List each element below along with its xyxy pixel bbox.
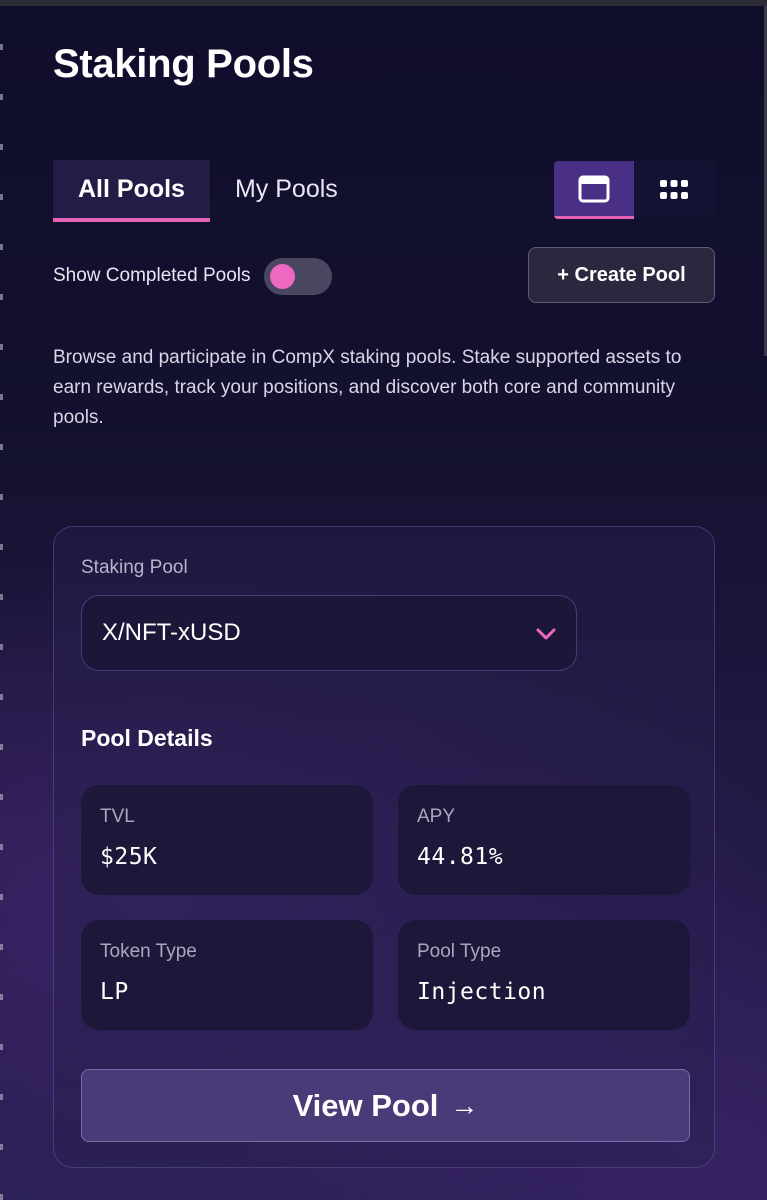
stat-tvl: TVL $25K <box>81 785 373 895</box>
selected-pool: X/NFT-xUSD <box>102 619 241 646</box>
switch-knob <box>269 263 295 289</box>
stat-value: LP <box>100 979 129 1005</box>
pool-tabs: All Pools My Pools <box>53 160 363 222</box>
stat-label: Pool Type <box>417 941 502 962</box>
arrow-right-icon: → <box>450 1089 479 1121</box>
chevron-down-icon <box>536 628 556 640</box>
stat-apy: APY 44.81% <box>398 785 690 895</box>
tab-all-pools[interactable]: All Pools <box>53 160 210 222</box>
window-top-border <box>0 0 767 6</box>
card-view-icon <box>578 175 610 202</box>
show-completed-label: Show Completed Pools <box>53 265 251 286</box>
app-frame: Staking Pools All Pools My Pools Show Co… <box>0 0 767 1200</box>
pool-card: Staking Pool X/NFT-xUSD Pool Details TVL… <box>53 526 715 1168</box>
page-description: Browse and participate in CompX staking … <box>53 347 682 428</box>
page-title: Staking Pools <box>53 42 314 86</box>
create-pool-button[interactable]: + Create Pool <box>528 247 715 303</box>
stat-label: Token Type <box>100 941 197 962</box>
staking-pool-select[interactable]: X/NFT-xUSD <box>81 595 577 671</box>
stat-label: TVL <box>100 806 135 827</box>
view-pool-button[interactable]: View Pool → <box>81 1069 690 1142</box>
stat-token-type: Token Type LP <box>81 920 373 1030</box>
show-completed-switch[interactable] <box>263 257 332 295</box>
show-completed-row: Show Completed Pools <box>53 257 332 295</box>
stat-value: 44.81% <box>417 844 504 870</box>
stat-pool-type: Pool Type Injection <box>398 920 690 1030</box>
tab-my-pools[interactable]: My Pools <box>210 160 363 222</box>
stat-value: $25K <box>100 844 158 870</box>
view-pool-label: View Pool <box>292 1087 439 1123</box>
staking-pool-label: Staking Pool <box>81 557 188 578</box>
grid-view-icon <box>660 180 688 199</box>
view-mode-toggle <box>554 161 715 219</box>
stat-label: APY <box>417 806 456 827</box>
pool-details-title: Pool Details <box>81 725 213 751</box>
card-view-button[interactable] <box>554 161 634 219</box>
stat-value: Injection <box>417 979 547 1005</box>
window-left-edge <box>0 0 3 1200</box>
grid-view-button[interactable] <box>634 161 714 219</box>
